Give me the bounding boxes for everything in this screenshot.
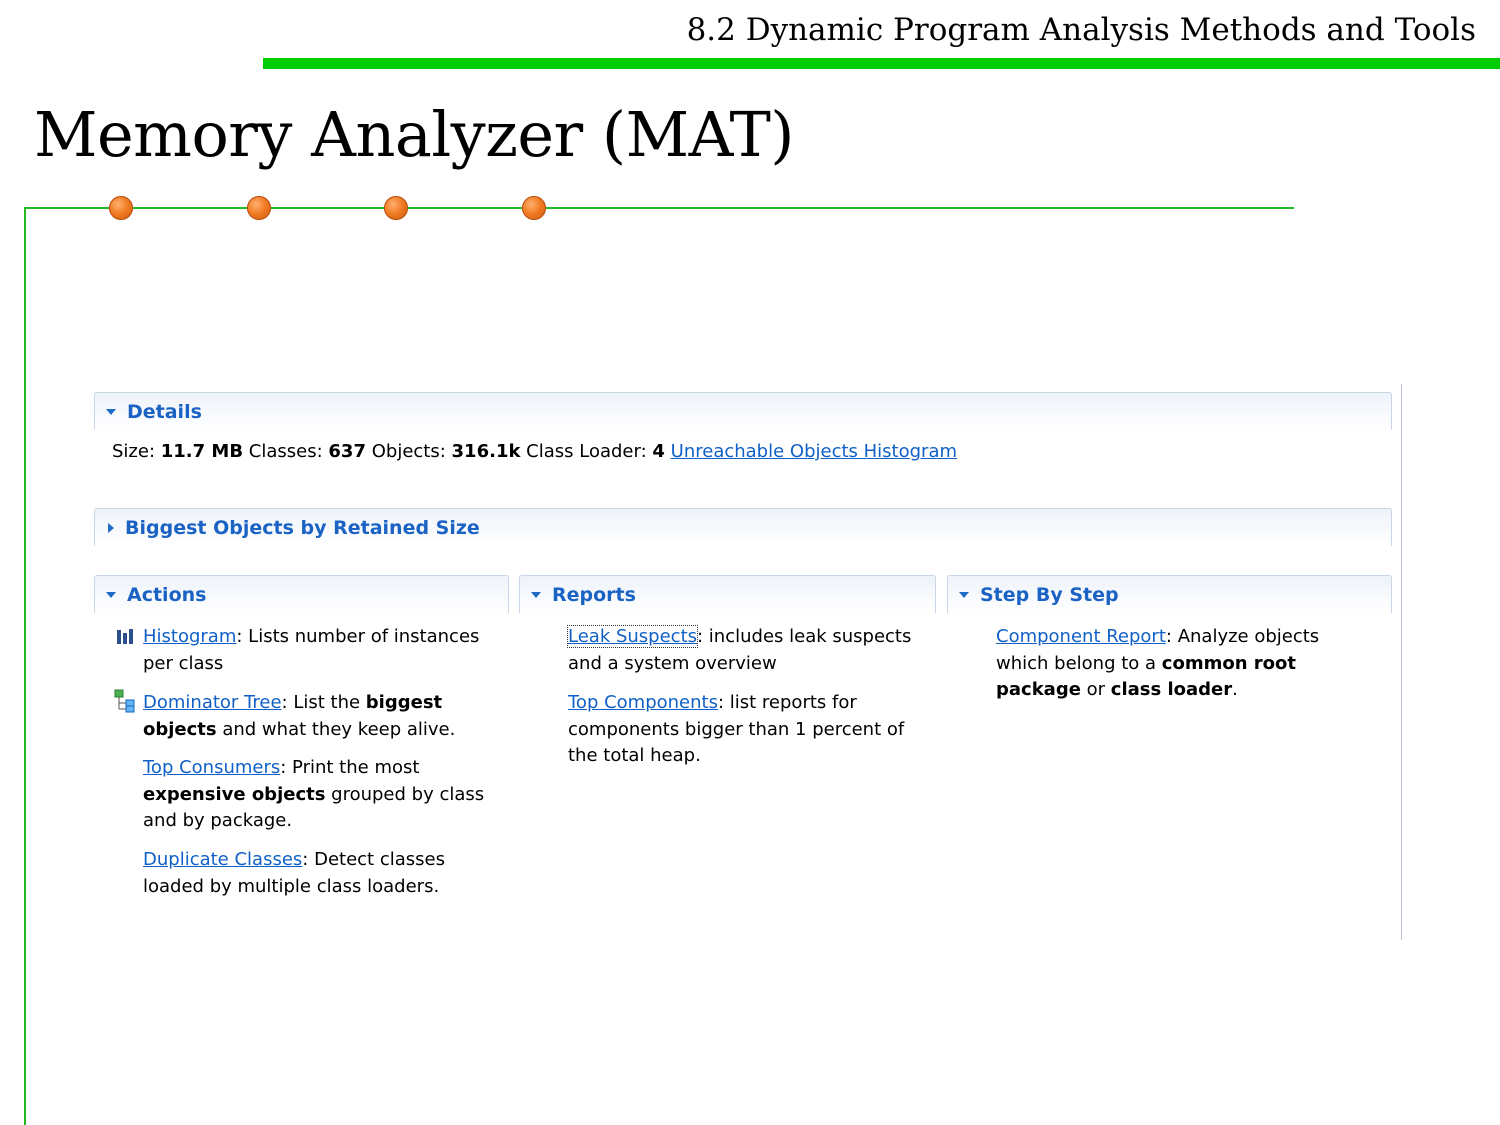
component-desc-4: .	[1232, 679, 1238, 700]
objects-value: 316.1k	[451, 441, 521, 462]
component-desc: : Analyze objects	[1165, 626, 1320, 647]
header-accent-bar	[263, 58, 1500, 69]
title-underline	[24, 207, 1294, 209]
consumers-desc-2: grouped by class	[325, 783, 485, 805]
duplicate-desc: : Detect classes	[302, 849, 445, 870]
expand-down-icon[interactable]	[106, 408, 116, 415]
details-header-label: Details	[127, 400, 202, 423]
leak-suspects-entry: Leak Suspects: includes leak suspects an…	[566, 624, 912, 677]
component-report-link[interactable]: Component Report	[996, 626, 1166, 647]
component-report-entry: Component Report: Analyze objects which …	[996, 624, 1319, 704]
section-title: 8.2 Dynamic Program Analysis Methods and…	[686, 12, 1476, 48]
panel-right-border	[1401, 384, 1402, 940]
expand-down-icon[interactable]	[959, 591, 969, 598]
unreachable-objects-link[interactable]: Unreachable Objects Histogram	[671, 441, 957, 462]
dominator-tree-link[interactable]: Dominator Tree	[143, 692, 282, 713]
classes-value: 637	[328, 441, 366, 462]
class-loader-label: Class Loader:	[526, 441, 647, 462]
step-by-step-header-label: Step By Step	[980, 583, 1119, 606]
expand-right-icon[interactable]	[108, 522, 114, 533]
slide-title: Memory Analyzer (MAT)	[34, 98, 795, 171]
objects-label: Objects:	[371, 441, 446, 462]
size-label: Size:	[112, 441, 156, 462]
consumers-desc: : Print the most	[280, 757, 420, 778]
left-border-line	[24, 207, 26, 1125]
component-desc-3: or	[1080, 679, 1111, 700]
top-components-link[interactable]: Top Components	[568, 692, 718, 713]
biggest-objects-section-header[interactable]: Biggest Objects by Retained Size	[94, 508, 1392, 546]
top-consumers-entry: Top Consumers: Print the most expensive …	[143, 755, 484, 835]
duplicate-classes-entry: Duplicate Classes: Detect classes loaded…	[143, 847, 445, 900]
expand-down-icon[interactable]	[106, 591, 116, 598]
components-desc: : list reports for	[717, 692, 857, 713]
dominator-tree-icon	[114, 689, 135, 713]
consumers-desc-3: and by package.	[143, 810, 293, 831]
size-value: 11.7 MB	[160, 441, 244, 462]
dominator-tree-entry: Dominator Tree: List the biggest objects…	[143, 690, 455, 743]
duplicate-classes-link[interactable]: Duplicate Classes	[143, 849, 302, 870]
dominator-bold-2: objects	[143, 718, 217, 740]
leak-desc-2: and a system overview	[568, 652, 777, 674]
consumers-bold: expensive objects	[143, 783, 326, 805]
actions-section-header[interactable]: Actions	[94, 575, 509, 613]
duplicate-desc-2: loaded by multiple class loaders.	[143, 875, 440, 897]
reports-header-label: Reports	[552, 583, 636, 606]
histogram-icon	[117, 629, 133, 644]
histogram-link[interactable]: Histogram	[143, 626, 236, 647]
component-desc-2: which belong to a	[996, 652, 1162, 674]
histogram-desc: : Lists number of instances	[236, 626, 480, 647]
dominator-desc: : List the	[281, 692, 366, 713]
component-bold-1: common root	[1161, 652, 1296, 674]
leak-suspects-link[interactable]: Leak Suspects	[566, 625, 699, 648]
dominator-desc-2: and what they keep alive.	[216, 718, 456, 740]
component-bold-3: class loader	[1110, 679, 1233, 700]
class-loader-value: 4	[652, 441, 665, 462]
components-desc-3: the total heap.	[568, 745, 701, 766]
top-components-entry: Top Components: list reports for compone…	[568, 690, 904, 770]
bullet-dot-3	[384, 196, 408, 220]
bullet-dot-4	[522, 196, 546, 220]
bullet-dot-2	[247, 196, 271, 220]
histogram-entry: Histogram: Lists number of instances per…	[143, 624, 479, 677]
leak-desc: : includes leak suspects	[697, 626, 912, 647]
histogram-desc-2: per class	[143, 652, 224, 674]
details-summary: Size: 11.7 MB Classes: 637 Objects: 316.…	[112, 441, 957, 462]
expand-down-icon[interactable]	[531, 591, 541, 598]
component-bold-2: package	[996, 679, 1081, 700]
reports-section-header[interactable]: Reports	[519, 575, 936, 613]
biggest-objects-header-label: Biggest Objects by Retained Size	[125, 516, 480, 539]
classes-label: Classes:	[248, 441, 323, 462]
top-consumers-link[interactable]: Top Consumers	[143, 757, 280, 778]
components-desc-2: components bigger than 1 percent of	[568, 718, 905, 740]
details-section-header[interactable]: Details	[94, 392, 1392, 430]
dominator-bold-1: biggest	[365, 692, 443, 713]
step-by-step-section-header[interactable]: Step By Step	[947, 575, 1392, 613]
bullet-dot-1	[109, 196, 133, 220]
actions-header-label: Actions	[127, 583, 207, 606]
